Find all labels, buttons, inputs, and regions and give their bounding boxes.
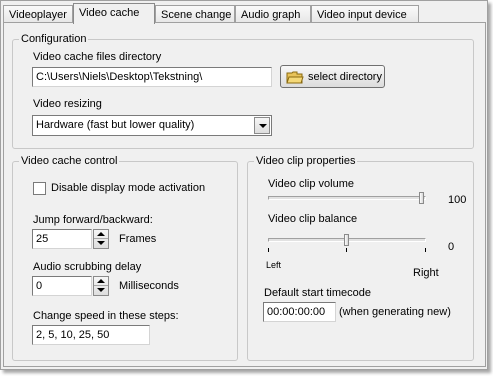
start-timecode-label: Default start timecode	[264, 287, 371, 299]
balance-slider-thumb[interactable]	[343, 234, 349, 246]
settings-window: Videoplayer Video cache Scene change Aud…	[0, 0, 488, 370]
configuration-group: Configuration Video cache files director…	[12, 32, 474, 149]
volume-slider-thumb[interactable]	[419, 192, 424, 204]
change-speed-label: Change speed in these steps:	[33, 310, 179, 322]
volume-label: Video clip volume	[268, 178, 355, 190]
cache-directory-label: Video cache files directory	[33, 51, 162, 63]
disable-display-mode-label[interactable]: Disable display mode activation	[51, 182, 205, 195]
change-speed-input[interactable]: 2, 5, 10, 25, 50	[32, 325, 150, 345]
video-resizing-value: Hardware (fast but lower quality)	[36, 119, 195, 131]
video-clip-properties-legend: Video clip properties	[254, 154, 358, 168]
balance-left-label: Left	[266, 260, 282, 270]
audio-scrubbing-label: Audio scrubbing delay	[33, 261, 142, 273]
jump-spinner[interactable]	[93, 229, 109, 249]
chevron-down-icon[interactable]	[254, 117, 270, 134]
tab-bar: Videoplayer Video cache Scene change Aud…	[3, 3, 485, 24]
video-resizing-label: Video resizing	[33, 98, 102, 110]
volume-value: 100	[448, 194, 467, 206]
select-directory-label: select directory	[308, 70, 382, 83]
cache-directory-input[interactable]: C:\Users\Niels\Desktop\Tekstning\	[32, 67, 272, 87]
tab-page-video-cache: Configuration Video cache files director…	[3, 22, 486, 367]
audio-scrubbing-unit-label: Milliseconds	[119, 280, 179, 292]
audio-scrubbing-input[interactable]: 0	[32, 276, 92, 296]
tab-scene-change[interactable]: Scene change	[155, 5, 235, 23]
jump-input[interactable]: 25	[32, 229, 92, 249]
video-cache-control-legend: Video cache control	[19, 154, 120, 168]
video-resizing-select[interactable]: Hardware (fast but lower quality)	[32, 115, 272, 136]
tab-video-cache[interactable]: Video cache	[73, 3, 155, 24]
configuration-legend: Configuration	[19, 32, 89, 46]
audio-scrubbing-spinner[interactable]	[93, 276, 109, 296]
start-timecode-input[interactable]: 00:00:00:00	[263, 302, 336, 322]
balance-value: 0	[448, 241, 455, 253]
jump-unit-label: Frames	[119, 233, 157, 245]
start-timecode-note: (when generating new)	[339, 306, 451, 318]
tab-audio-graph[interactable]: Audio graph	[235, 5, 311, 23]
disable-display-mode-checkbox[interactable]	[33, 182, 46, 195]
volume-slider-track[interactable]	[268, 196, 426, 200]
balance-ticks	[268, 248, 426, 252]
video-cache-control-group: Video cache control Disable display mode…	[12, 154, 238, 361]
video-clip-properties-group: Video clip properties Video clip volume …	[247, 154, 474, 361]
spin-up-icon[interactable]	[94, 230, 108, 239]
balance-right-label: Right	[413, 267, 439, 279]
select-directory-button[interactable]: select directory	[280, 65, 385, 88]
balance-label: Video clip balance	[268, 213, 358, 225]
spin-up-icon[interactable]	[94, 277, 108, 286]
tab-video-input-device[interactable]: Video input device	[311, 5, 419, 23]
spin-down-icon[interactable]	[94, 286, 108, 295]
spin-down-icon[interactable]	[94, 239, 108, 248]
jump-label: Jump forward/backward:	[33, 214, 153, 226]
folder-icon	[286, 70, 304, 84]
tab-videoplayer[interactable]: Videoplayer	[3, 5, 73, 23]
